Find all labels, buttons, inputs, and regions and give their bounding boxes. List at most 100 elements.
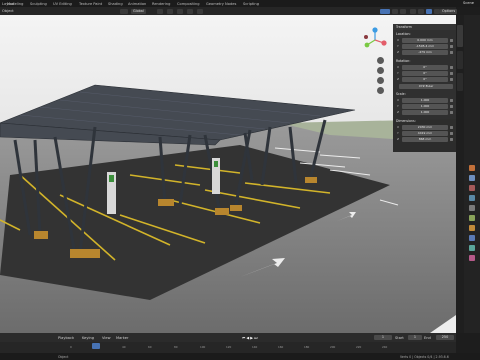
lock-icon[interactable]	[450, 38, 453, 42]
lock-icon[interactable]	[450, 50, 453, 54]
axis-label: Y	[397, 131, 399, 135]
snap-icon[interactable]	[157, 8, 163, 14]
lock-icon[interactable]	[450, 131, 453, 135]
keying-menu[interactable]: Keying	[82, 336, 94, 340]
transform-panel-header[interactable]: Transform	[393, 24, 456, 30]
tab-tool[interactable]	[457, 51, 463, 69]
view-layer-icon[interactable]	[469, 195, 475, 201]
lock-icon[interactable]	[450, 77, 453, 81]
lock-icon[interactable]	[450, 125, 453, 129]
axis-label: Y	[397, 104, 399, 108]
tab-item[interactable]	[457, 25, 463, 47]
workspace-bar: Layout Modeling Sculpting UV Editing Tex…	[0, 0, 480, 7]
workspace-tab-rendering[interactable]: Rendering	[152, 1, 170, 7]
scale-y-field[interactable]: 1.000	[402, 104, 448, 109]
scene-selector[interactable]: Scene	[463, 1, 474, 5]
lock-icon[interactable]	[450, 110, 453, 114]
lock-icon[interactable]	[450, 71, 453, 75]
workspace-tab-modeling[interactable]: Modeling	[7, 1, 23, 7]
camera-view-icon[interactable]	[377, 77, 384, 84]
location-z-field[interactable]: -479 mm	[402, 50, 448, 55]
snap-target-icon[interactable]	[167, 8, 173, 14]
view-menu[interactable]: View	[102, 336, 111, 340]
location-y-field[interactable]: -1505.4 mm	[402, 44, 448, 49]
play-controls-icon[interactable]: ⏮ ◀ ▶ ⏭	[242, 336, 257, 340]
scale-z-field[interactable]: 1.000	[402, 110, 448, 115]
physics-properties-icon[interactable]	[469, 245, 475, 251]
pan-view-icon[interactable]	[377, 67, 384, 74]
lock-icon[interactable]	[450, 65, 453, 69]
frame-tick: 60	[148, 345, 152, 349]
lock-icon[interactable]	[450, 137, 453, 141]
workspace-tab-sculpting[interactable]: Sculpting	[30, 1, 47, 7]
scale-y-row: Y 1.000	[396, 104, 454, 109]
rotation-x-field[interactable]: 0°	[402, 65, 448, 70]
rotation-mode-dropdown[interactable]: XYZ Euler	[399, 84, 453, 89]
frame-tick: 100	[200, 345, 206, 349]
location-x-field[interactable]: 0.000 mm	[402, 38, 448, 43]
modifier-properties-icon[interactable]	[469, 235, 475, 241]
gizmo-toggle-icon[interactable]	[392, 8, 398, 14]
axis-label: Y	[397, 44, 399, 48]
perspective-toggle-icon[interactable]	[377, 87, 384, 94]
output-properties-icon[interactable]	[469, 185, 475, 191]
start-frame-field[interactable]: 1	[408, 335, 422, 340]
tool-properties-icon[interactable]	[469, 165, 475, 171]
render-properties-icon[interactable]	[469, 175, 475, 181]
tab-view[interactable]	[457, 73, 463, 91]
scale-z-row: Z 1.000	[396, 110, 454, 115]
workspace-tab-scripting[interactable]: Scripting	[243, 1, 259, 7]
workspace-tab-texture-paint[interactable]: Texture Paint	[79, 1, 102, 7]
dimensions-y-field[interactable]: 4419 mm	[402, 131, 448, 136]
workspace-tab-animation[interactable]: Animation	[128, 1, 146, 7]
object-mode-menu[interactable]: Object	[2, 9, 14, 13]
scene-properties-icon[interactable]	[469, 205, 475, 211]
playback-menu[interactable]: Playback	[58, 336, 74, 340]
solid-shading-icon[interactable]	[418, 8, 424, 14]
xray-toggle-icon[interactable]	[410, 8, 416, 14]
dimensions-x-field[interactable]: 2030 mm	[402, 125, 448, 130]
location-label: Location:	[396, 32, 411, 36]
axis-label: X	[397, 125, 400, 129]
falloff-curve-icon[interactable]	[197, 8, 203, 14]
3d-viewport[interactable]	[0, 15, 456, 333]
workspace-tab-uv-editing[interactable]: UV Editing	[53, 1, 72, 7]
transform-pivot-icon[interactable]	[120, 8, 128, 14]
proportional-edit-icon[interactable]	[177, 8, 183, 14]
transform-panel-title: Transform	[396, 25, 412, 29]
zoom-view-icon[interactable]	[377, 57, 384, 64]
viewport-scene	[0, 15, 456, 333]
viewport-visibility-icon[interactable]	[380, 8, 390, 14]
frame-tick: 40	[122, 345, 126, 349]
rotation-y-field[interactable]: 0°	[402, 71, 448, 76]
end-label: End	[424, 335, 431, 340]
frame-tick: 120	[226, 345, 232, 349]
playhead-marker[interactable]	[92, 343, 100, 349]
end-frame-field[interactable]: 250	[436, 335, 454, 340]
navigation-gizmo[interactable]	[362, 27, 388, 53]
rotation-z-row: Z 0°	[396, 77, 454, 82]
material-preview-icon[interactable]	[426, 8, 432, 14]
frame-tick: 240	[382, 345, 388, 349]
workspace-tab-geometry-nodes[interactable]: Geometry Nodes	[206, 1, 236, 7]
lock-icon[interactable]	[450, 44, 453, 48]
options-dropdown[interactable]: Options	[440, 8, 458, 14]
world-properties-icon[interactable]	[469, 215, 475, 221]
lock-icon[interactable]	[450, 104, 453, 108]
rotation-z-field[interactable]: 0°	[402, 77, 448, 82]
proportional-falloff-icon[interactable]	[187, 8, 193, 14]
axis-label: X	[397, 65, 400, 69]
marker-menu[interactable]: Marker	[116, 336, 128, 340]
orientation-dropdown[interactable]: Global	[131, 8, 146, 14]
object-properties-icon[interactable]	[469, 225, 475, 231]
lock-icon[interactable]	[450, 98, 453, 102]
overlay-toggle-icon[interactable]	[400, 8, 406, 14]
transform-panel: Transform Location: X 0.000 mm Y -1505.4…	[393, 24, 456, 152]
current-frame-field[interactable]: 1	[374, 335, 392, 340]
dimensions-z-field[interactable]: 868 mm	[402, 137, 448, 142]
workspace-tab-shading[interactable]: Shading	[108, 1, 123, 7]
scale-x-field[interactable]: 1.000	[402, 98, 448, 103]
workspace-tab-compositing[interactable]: Compositing	[177, 1, 200, 7]
axis-label: Y	[397, 71, 399, 75]
material-properties-icon[interactable]	[469, 255, 475, 261]
